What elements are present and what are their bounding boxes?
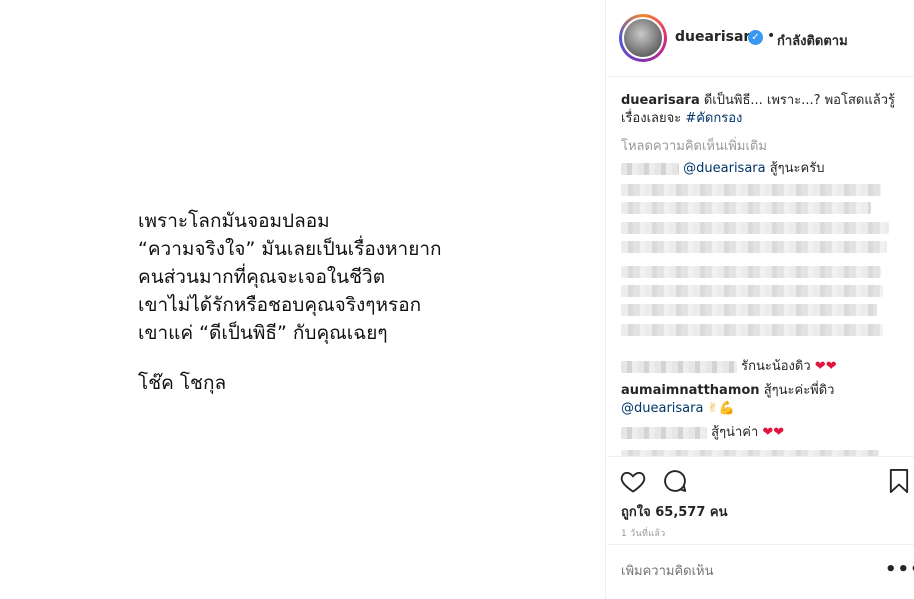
- comment-username[interactable]: aumaimnatthamon: [621, 383, 760, 398]
- add-comment-input[interactable]: [621, 564, 861, 579]
- blurred-comment-line: [621, 184, 881, 196]
- caption: duearisara ดีเป็นพิธี... เพราะ...? พอโสด…: [621, 92, 901, 128]
- mention-link[interactable]: @duearisara: [621, 401, 703, 416]
- image-signature: โช๊ค โชกุล: [138, 372, 227, 394]
- comment-bubble-icon[interactable]: [661, 467, 689, 495]
- post-timestamp[interactable]: 1 วันที่แล้ว: [621, 526, 666, 540]
- comment-text: รักนะน้องดิว: [741, 359, 811, 374]
- image-text-line: เพราะโลกมันจอมปลอม: [138, 210, 330, 232]
- comment-text: สู้ๆนะค่ะพี่ดิว: [759, 383, 835, 398]
- more-options-icon[interactable]: •••: [885, 559, 914, 580]
- likes-count[interactable]: ถูกใจ 65,577 คน: [621, 501, 728, 522]
- like-heart-icon[interactable]: [619, 467, 647, 495]
- blurred-comment-line: [621, 304, 877, 316]
- comment-item: รักนะน้องดิว ❤❤: [621, 358, 837, 376]
- image-text: เพราะโลกมันจอมปลอม “ความจริงใจ” มันเลยเป…: [138, 207, 442, 397]
- comment-text: สู้ๆนะครับ: [765, 161, 825, 176]
- following-button[interactable]: กำลังติดตาม: [777, 30, 848, 51]
- blurred-comment-line: [621, 202, 871, 214]
- image-text-line: เขาไม่ได้รักหรือชอบคุณจริงๆหรอก: [138, 294, 422, 316]
- heart-emoji-icon: ❤❤: [762, 425, 785, 440]
- blurred-comment-line: [621, 241, 887, 253]
- caption-username[interactable]: duearisara: [621, 93, 700, 108]
- avatar[interactable]: [622, 17, 664, 59]
- story-ring[interactable]: [619, 14, 667, 62]
- hashtag-link[interactable]: #คัดกรอง: [685, 111, 742, 126]
- comment-item: @duearisara สู้ๆนะครับ: [621, 160, 824, 178]
- blurred-comment-line: [621, 285, 883, 297]
- load-more-comments[interactable]: โหลดความคิดเห็นเพิ่มเติม: [621, 135, 767, 156]
- comments-section[interactable]: duearisara ดีเป็นพิธี... เพราะ...? พอโสด…: [607, 78, 914, 456]
- blurred-comment-line: [621, 222, 889, 234]
- bookmark-icon[interactable]: [885, 467, 913, 495]
- heart-emoji-icon: ❤❤: [814, 359, 837, 374]
- comment-item: สู้ๆน่าค่า ❤❤: [621, 424, 784, 442]
- blurred-username: [621, 360, 737, 373]
- image-text-line: เขาแค่ “ดีเป็นพิธี” กับคุณเฉยๆ: [138, 322, 388, 344]
- verified-icon: ✓: [748, 30, 763, 45]
- add-comment-bar: •••: [607, 544, 914, 599]
- mention-link[interactable]: @duearisara: [683, 161, 765, 176]
- comment-continuation: @duearisara ✌💪: [621, 400, 735, 418]
- blurred-comment-line: [621, 324, 883, 336]
- post-header: duearisara ✓ • กำลังติดตาม: [607, 0, 914, 77]
- image-text-line: “ความจริงใจ” มันเลยเป็นเรื่องหายาก: [138, 238, 442, 260]
- blurred-comment-line: [621, 266, 881, 278]
- flex-emoji-icon: ✌💪: [707, 401, 735, 416]
- blurred-username: [621, 426, 707, 439]
- comment-item: aumaimnatthamon สู้ๆนะค่ะพี่ดิว: [621, 382, 835, 400]
- comment-text: สู้ๆน่าค่า: [711, 425, 759, 440]
- post-sidebar: duearisara ✓ • กำลังติดตาม duearisara ดี…: [607, 0, 914, 599]
- instagram-post: เพราะโลกมันจอมปลอม “ความจริงใจ” มันเลยเป…: [0, 0, 914, 599]
- blurred-username: [621, 162, 679, 175]
- image-text-line: คนส่วนมากที่คุณจะเจอในชีวิต: [138, 266, 386, 288]
- separator-dot: •: [767, 28, 776, 44]
- post-image[interactable]: เพราะโลกมันจอมปลอม “ความจริงใจ” มันเลยเป…: [0, 0, 606, 599]
- post-actions: ถูกใจ 65,577 คน 1 วันที่แล้ว: [607, 456, 914, 553]
